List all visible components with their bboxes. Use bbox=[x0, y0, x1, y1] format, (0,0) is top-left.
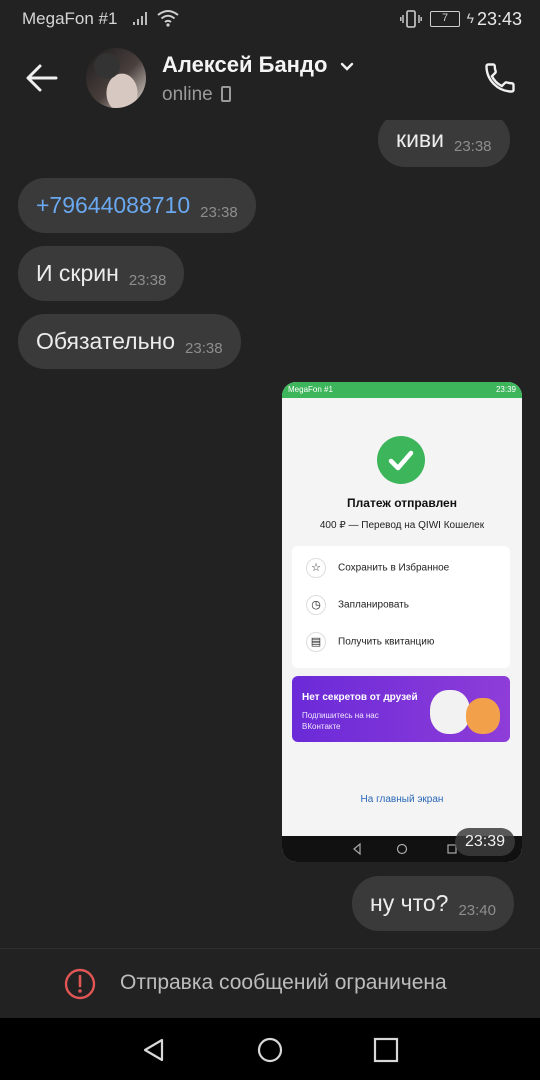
embedded-carrier: MegaFon #1 bbox=[288, 385, 333, 394]
dog-mascot-illustration bbox=[430, 690, 470, 734]
system-nav-bar bbox=[0, 1018, 540, 1080]
option-label: Сохранить в Избранное bbox=[338, 562, 450, 574]
embedded-status-bar: MegaFon #1 23:39 bbox=[282, 382, 522, 398]
clock: 23:43 bbox=[476, 9, 522, 29]
message-time: 23:38 bbox=[185, 340, 223, 357]
charging-icon: ϟ bbox=[466, 10, 474, 26]
vibrate-icon bbox=[400, 10, 422, 28]
clock-icon: ◷ bbox=[306, 595, 326, 615]
message-bubble-outgoing[interactable]: ну что? 23:40 bbox=[352, 876, 514, 931]
wifi-icon bbox=[157, 10, 179, 27]
nav-back-icon[interactable] bbox=[140, 1036, 168, 1064]
success-check-icon bbox=[377, 436, 425, 484]
presence-status: online bbox=[162, 84, 231, 106]
option-receipt: ▤ Получить квитанцию bbox=[306, 632, 434, 652]
nav-home-icon[interactable] bbox=[256, 1036, 284, 1064]
message-bubble-incoming[interactable]: Обязательно 23:38 bbox=[18, 314, 241, 369]
phone-number-link[interactable]: +79644088710 bbox=[36, 192, 190, 218]
contact-avatar[interactable] bbox=[86, 48, 146, 108]
message-text: ну что? bbox=[370, 890, 449, 916]
star-icon: ☆ bbox=[306, 558, 326, 578]
restriction-text: Отправка сообщений ограничена bbox=[120, 971, 447, 994]
message-time: 23:40 bbox=[458, 902, 496, 919]
warning-icon bbox=[64, 968, 96, 1000]
message-text: киви bbox=[396, 126, 444, 152]
phone-call-icon[interactable] bbox=[482, 60, 518, 96]
payment-title: Платеж отправлен bbox=[347, 496, 457, 510]
message-time: 23:38 bbox=[128, 272, 167, 289]
message-time: 23:38 bbox=[453, 138, 492, 155]
image-time: 23:39 bbox=[455, 828, 515, 856]
chevron-down-icon bbox=[340, 62, 353, 71]
message-bubble-incoming[interactable]: +79644088710 23:38 bbox=[18, 178, 256, 233]
payment-options-card: ☆ Сохранить в Избранное ◷ Запланировать ▤ П… bbox=[292, 546, 510, 668]
contact-name-row[interactable]: Алексей Бандо bbox=[162, 52, 354, 78]
option-label: Запланировать bbox=[338, 599, 409, 611]
option-label: Получить квитанцию bbox=[338, 636, 435, 648]
chat-header: Алексей Бандо online bbox=[0, 38, 540, 120]
message-bubble-outgoing[interactable]: киви 23:38 bbox=[378, 120, 510, 167]
messaging-restricted-bar: Отправка сообщений ограничена bbox=[0, 948, 540, 1018]
nav-recents-icon[interactable] bbox=[372, 1036, 400, 1064]
image-attachment[interactable]: MegaFon #1 23:39 Платеж отправлен 400 ₽ … bbox=[282, 382, 522, 862]
message-list[interactable]: киви 23:38 +79644088710 23:38 И скрин 23:38… bbox=[0, 120, 540, 948]
promo-title: Нет секретов от друзей bbox=[302, 692, 418, 703]
receipt-icon: ▤ bbox=[306, 632, 326, 652]
promo-subtitle: Подпишитесь на нас ВКонтакте bbox=[302, 711, 379, 731]
signal-icon bbox=[133, 12, 147, 25]
battery-icon: 7 bbox=[430, 11, 460, 27]
promo-banner: Нет секретов от друзей Подпишитесь на на… bbox=[292, 676, 510, 742]
option-schedule: ◷ Запланировать bbox=[306, 595, 409, 615]
message-text: И скрин bbox=[36, 260, 119, 286]
message-bubble-incoming[interactable]: И скрин 23:38 bbox=[18, 246, 185, 301]
mobile-device-icon bbox=[220, 86, 231, 102]
carrier-name: MegaFon #1 bbox=[22, 9, 118, 28]
back-arrow-icon[interactable] bbox=[24, 62, 60, 94]
embedded-time: 23:39 bbox=[495, 385, 516, 394]
cat-mascot-illustration bbox=[466, 698, 500, 734]
status-bar: MegaFon #1 7 ϟ 23:43 bbox=[0, 0, 540, 38]
payment-subtitle: 400 ₽ — Перевод на QIWI Кошелек bbox=[319, 520, 485, 531]
message-time: 23:38 bbox=[200, 204, 238, 221]
contact-name: Алексей Бандо bbox=[162, 52, 328, 77]
presence-label: online bbox=[162, 84, 213, 105]
option-save-favorite: ☆ Сохранить в Избранное bbox=[306, 558, 449, 578]
home-screen-link: На главный экран bbox=[360, 794, 444, 805]
message-text: Обязательно bbox=[36, 328, 176, 354]
